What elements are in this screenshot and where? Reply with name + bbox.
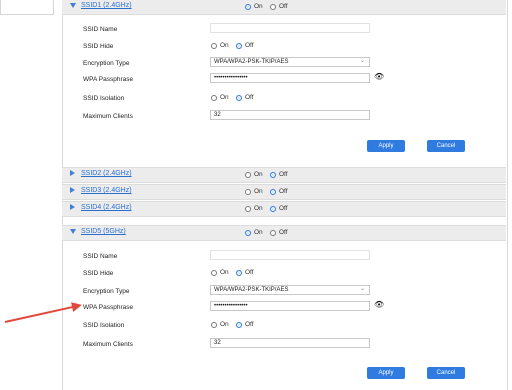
- triangle-right-icon[interactable]: [70, 170, 75, 176]
- ssid1-isolation-label: SSID Isolation: [83, 95, 125, 102]
- ssid5-hide-label: SSID Hide: [83, 270, 114, 277]
- ssid5-hide-off-radio[interactable]: [236, 270, 242, 276]
- ssid4-enable-on-label: On: [254, 205, 263, 212]
- ssid2-enable-off-radio[interactable]: [270, 172, 276, 178]
- ssid5-max-clients-input[interactable]: 32: [210, 338, 370, 348]
- ssid4-enable-on-radio[interactable]: [245, 206, 251, 212]
- ssid5-isolation-on-radio[interactable]: [211, 322, 217, 328]
- triangle-right-icon[interactable]: [70, 187, 75, 193]
- chevron-down-icon: ⌄: [359, 286, 365, 292]
- ssid5-enable-on-radio[interactable]: [245, 230, 251, 236]
- ssid1-enable-on-label: On: [254, 3, 263, 10]
- triangle-down-icon[interactable]: [70, 229, 76, 234]
- ssid5-enable-on-label: On: [254, 229, 263, 236]
- ssid2-enable-off-label: Off: [279, 171, 288, 178]
- ssid5-hide-on-radio[interactable]: [211, 270, 217, 276]
- ssid3-link[interactable]: SSID3 (2.4GHz): [81, 187, 132, 194]
- ssid1-isolation-on-label: On: [220, 94, 229, 101]
- ssid2-header[interactable]: SSID2 (2.4GHz) On Off: [62, 167, 506, 183]
- ssid1-enable-on-radio[interactable]: [245, 4, 251, 10]
- ssid5-enable-off-radio[interactable]: [270, 230, 276, 236]
- ssid1-encryption-value: WPA/WPA2-PSK-TKIP/AES: [214, 59, 289, 65]
- ssid5-link[interactable]: SSID5 (5GHz): [81, 228, 126, 235]
- ssid1-encryption-label: Encryption Type: [83, 60, 130, 67]
- ssid5-name-label: SSID Name: [83, 253, 118, 260]
- ssid1-hide-on-label: On: [220, 42, 229, 49]
- ssid5-isolation-off-label: Off: [245, 321, 254, 328]
- ssid1-hide-off-radio[interactable]: [236, 43, 242, 49]
- ssid1-header[interactable]: SSID1 (2.4GHz) On Off: [62, 0, 506, 15]
- ssid1-max-clients-input[interactable]: 32: [210, 110, 370, 120]
- ssid1-isolation-off-radio[interactable]: [236, 95, 242, 101]
- ssid2-enable-on-radio[interactable]: [245, 172, 251, 178]
- ssid5-max-clients-label: Maximum Clients: [83, 341, 133, 348]
- ssid5-encryption-select[interactable]: WPA/WPA2-PSK-TKIP/AES ⌄: [210, 285, 370, 295]
- chevron-down-icon: ⌄: [359, 58, 365, 64]
- ssid3-enable-on-label: On: [254, 188, 263, 195]
- ssid3-enable-off-label: Off: [279, 188, 288, 195]
- ssid5-encryption-label: Encryption Type: [83, 288, 130, 295]
- ssid4-enable-off-label: Off: [279, 205, 288, 212]
- ssid5-enable-off-label: Off: [279, 229, 288, 236]
- ssid3-header[interactable]: SSID3 (2.4GHz) On Off: [62, 184, 506, 200]
- ssid5-cancel-button[interactable]: Cancel: [427, 367, 465, 379]
- ssid4-header[interactable]: SSID4 (2.4GHz) On Off: [62, 201, 506, 217]
- ssid1-encryption-select[interactable]: WPA/WPA2-PSK-TKIP/AES ⌄: [210, 57, 370, 67]
- eye-icon[interactable]: 👁: [374, 72, 384, 81]
- triangle-right-icon[interactable]: [70, 204, 75, 210]
- ssid2-enable-on-label: On: [254, 171, 263, 178]
- ssid3-enable-off-radio[interactable]: [270, 189, 276, 195]
- ssid5-wpa-input[interactable]: ••••••••••••••••: [210, 301, 370, 311]
- ssid1-wpa-input[interactable]: ••••••••••••••••: [210, 73, 370, 83]
- ssid1-apply-button[interactable]: Apply: [367, 140, 405, 152]
- ssid1-wpa-label: WPA Passphrase: [83, 76, 134, 83]
- ssid1-hide-off-label: Off: [245, 42, 254, 49]
- annotation-arrow-head: [71, 300, 83, 312]
- ssid1-hide-label: SSID Hide: [83, 43, 114, 50]
- ssid5-header[interactable]: SSID5 (5GHz) On Off: [62, 225, 506, 241]
- ssid5-hide-on-label: On: [220, 269, 229, 276]
- ssid5-isolation-label: SSID Isolation: [83, 322, 125, 329]
- triangle-down-icon[interactable]: [70, 3, 76, 8]
- ssid5-apply-button[interactable]: Apply: [367, 367, 405, 379]
- ssid2-link[interactable]: SSID2 (2.4GHz): [81, 170, 132, 177]
- ssid1-cancel-button[interactable]: Cancel: [427, 140, 465, 152]
- ssid5-name-input[interactable]: [210, 250, 370, 260]
- eye-icon[interactable]: 👁: [374, 300, 384, 309]
- ssid5-hide-off-label: Off: [245, 269, 254, 276]
- ssid4-enable-off-radio[interactable]: [270, 206, 276, 212]
- ssid4-link[interactable]: SSID4 (2.4GHz): [81, 204, 132, 211]
- ssid1-name-label: SSID Name: [83, 26, 118, 33]
- ssid1-isolation-on-radio[interactable]: [211, 95, 217, 101]
- ssid5-isolation-on-label: On: [220, 321, 229, 328]
- ssid5-encryption-value: WPA/WPA2-PSK-TKIP/AES: [214, 287, 289, 293]
- ssid1-isolation-off-label: Off: [245, 94, 254, 101]
- sidebar-strip: [0, 0, 54, 15]
- ssid1-enable-off-label: Off: [279, 3, 288, 10]
- ssid5-wpa-label: WPA Passphrase: [83, 304, 134, 311]
- ssid5-isolation-off-radio[interactable]: [236, 322, 242, 328]
- ssid1-max-clients-label: Maximum Clients: [83, 113, 133, 120]
- ssid1-hide-on-radio[interactable]: [211, 43, 217, 49]
- ssid1-link[interactable]: SSID1 (2.4GHz): [81, 2, 132, 9]
- ssid1-name-input[interactable]: [210, 23, 370, 33]
- ssid3-enable-on-radio[interactable]: [245, 189, 251, 195]
- ssid1-enable-off-radio[interactable]: [270, 4, 276, 10]
